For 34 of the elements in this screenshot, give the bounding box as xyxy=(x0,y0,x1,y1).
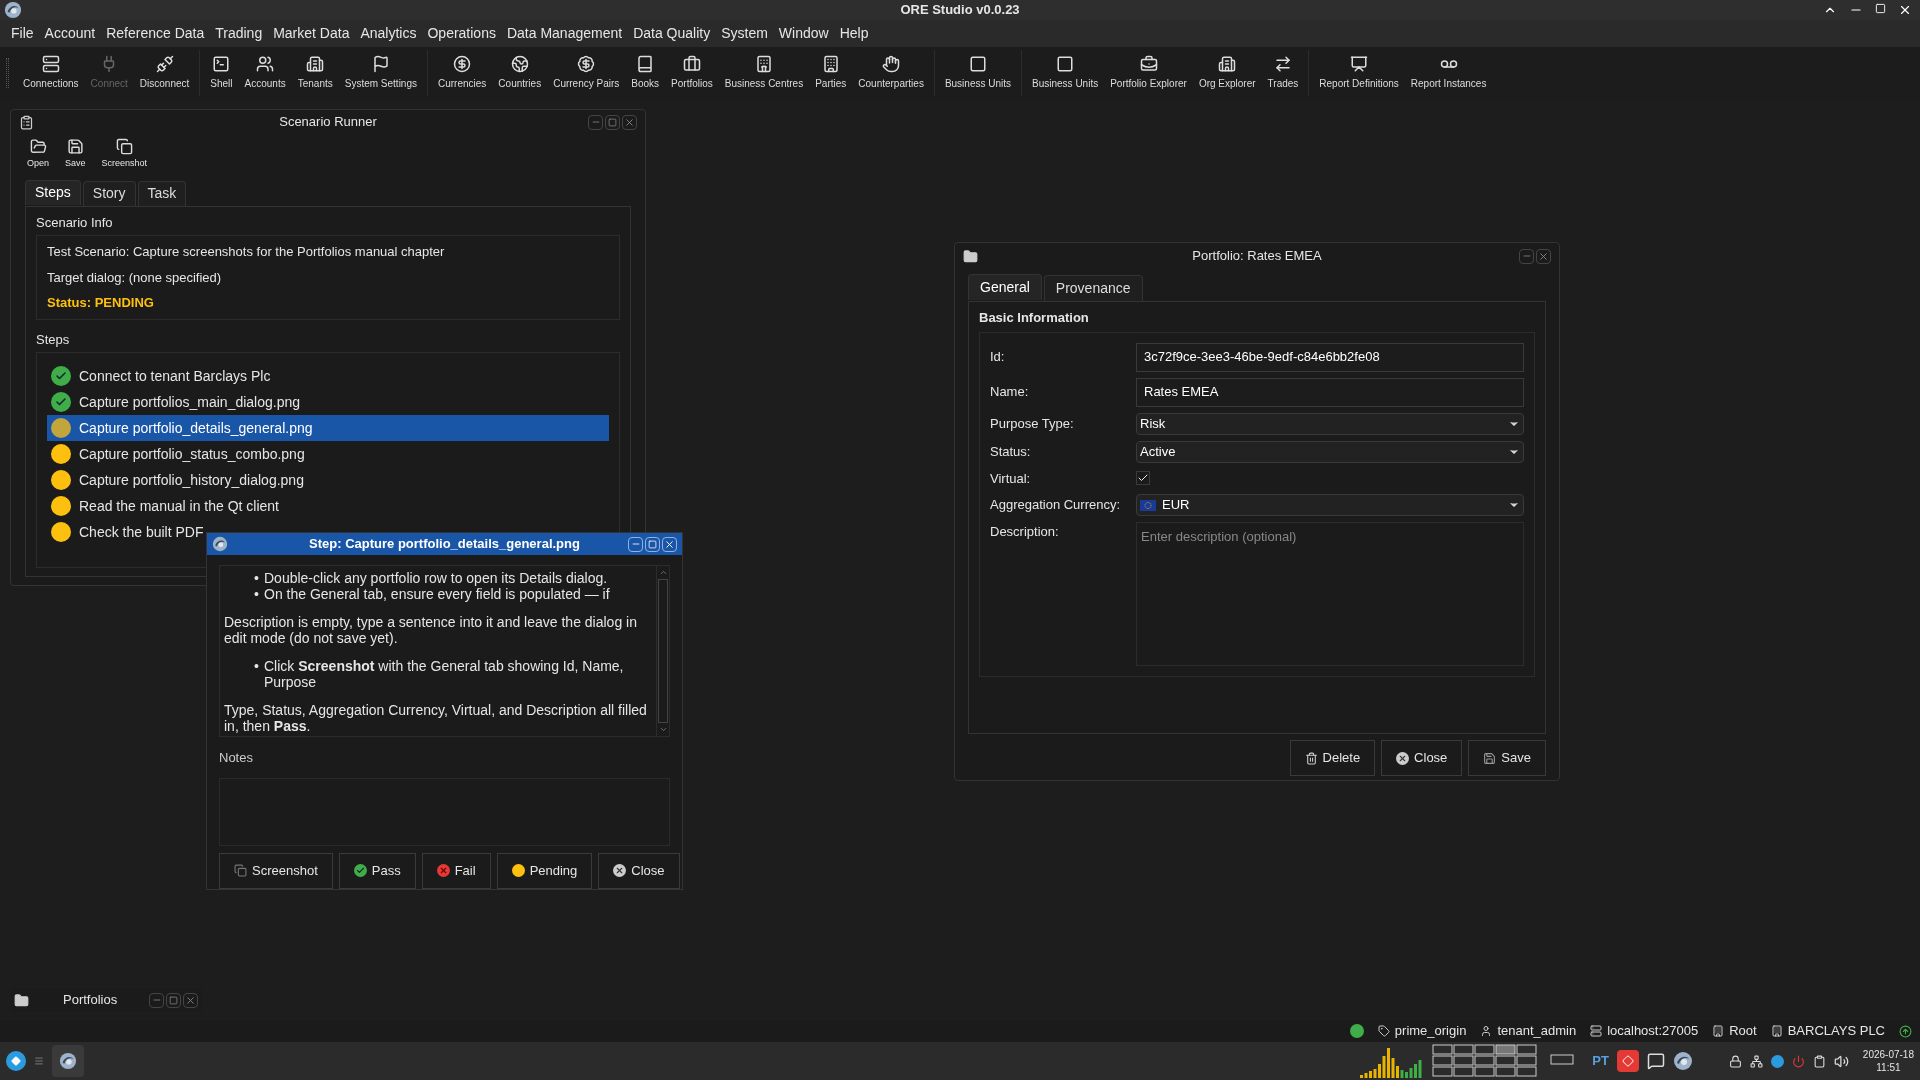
section-title: Scenario Info xyxy=(36,213,114,232)
window-title: ORE Studio v0.0.23 xyxy=(900,1,1020,20)
status-text: Root xyxy=(1729,1022,1757,1041)
field-label: Virtual: xyxy=(990,469,1032,488)
window-title: Portfolio: Rates EMEA xyxy=(1192,247,1322,266)
field-label: Status: xyxy=(990,442,1032,461)
window-title: Portfolios xyxy=(63,991,118,1010)
status-text: BARCLAYS PLC xyxy=(1787,1022,1885,1041)
field-label: Purpose Type: xyxy=(990,414,1075,433)
instruction-text: Double-click any portfolio row to open its Details dialog. xyxy=(264,570,608,586)
instruction-text: Description is empty, type a sentence into it and leave the dialog in edit mode (do not save yet). xyxy=(224,614,638,646)
info-text: Target dialog: (none specified) xyxy=(47,268,223,287)
date-text: 2026-07-18 xyxy=(1862,1048,1914,1061)
bullet: • xyxy=(254,570,260,586)
instruction-text: Click Screenshot with the General tab showing Id, Name, Purpose xyxy=(264,658,625,690)
status-text: prime_origin xyxy=(1394,1022,1467,1041)
field-label: Name: xyxy=(990,383,1030,402)
field-label: Notes xyxy=(219,749,254,767)
bullet: • xyxy=(254,586,260,602)
info-text: Test Scenario: Capture screenshots for the Portfolios manual chapter xyxy=(47,243,446,261)
field-label: Description: xyxy=(990,523,1060,541)
status-text: localhost:27005 xyxy=(1607,1022,1699,1041)
field-label: Aggregation Currency: xyxy=(990,496,1122,515)
field-label: Id: xyxy=(990,348,1006,367)
bullet: • xyxy=(254,658,260,676)
window-title: Scenario Runner xyxy=(279,113,377,132)
status-text: tenant_admin xyxy=(1497,1022,1577,1041)
section-title: Steps xyxy=(36,330,71,349)
time-text: 11:51 xyxy=(1876,1061,1901,1074)
instruction-text: Type, Status, Aggregation Currency, Virtual, and Description all filled in, then Pass. xyxy=(224,702,648,734)
status-text: Status: PENDING xyxy=(47,294,155,312)
section-title: Basic Information xyxy=(979,309,1090,327)
window-title: Step: Capture portfolio_details_general.png xyxy=(309,535,580,554)
instruction-text: On the General tab, ensure every field is populated — if xyxy=(264,586,610,602)
